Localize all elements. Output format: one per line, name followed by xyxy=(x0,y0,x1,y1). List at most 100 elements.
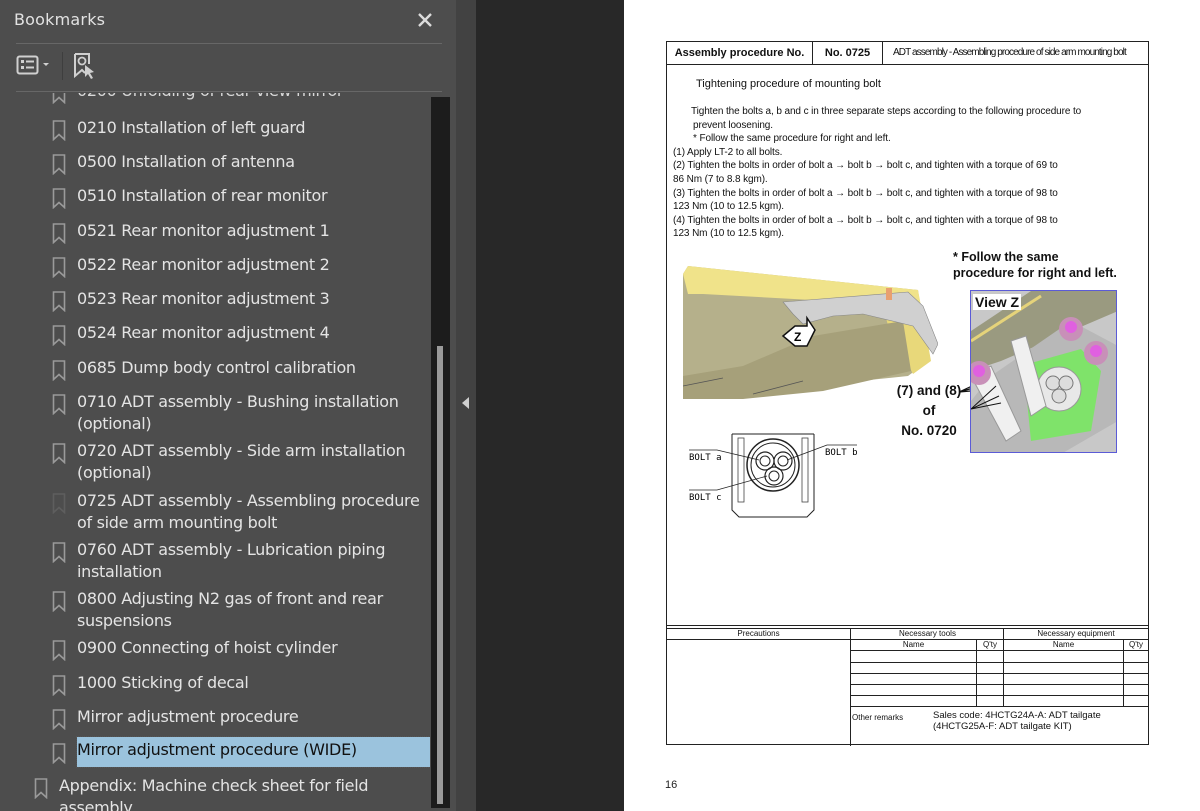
header-title: ADT assembly - Assembling procedure of s… xyxy=(893,47,1127,58)
bookmark-icon xyxy=(52,93,66,104)
tools-name-header: Name xyxy=(902,640,925,649)
remarks-line: (4HCTG25A-F: ADT tailgate KIT) xyxy=(933,721,1072,732)
bookmark-icon xyxy=(52,443,66,464)
equipment-name-header: Name xyxy=(1052,640,1075,649)
equipment-header: Necessary equipment xyxy=(1037,629,1115,638)
figure-note-line: procedure for right and left. xyxy=(953,266,1117,280)
bookmark-icon xyxy=(52,675,66,696)
bookmark-icon xyxy=(52,743,66,764)
tools-header: Necessary tools xyxy=(899,629,956,638)
remarks-line: Sales code: 4HCTG24A-A: ADT tailgate xyxy=(933,710,1101,721)
bookmark-icon xyxy=(52,360,66,381)
precautions-header: Precautions xyxy=(737,629,780,638)
find-current-bookmark-icon xyxy=(74,53,94,79)
bookmark-label: 0200 Unfolding of rear view mirror xyxy=(77,93,427,102)
toolbar-separator xyxy=(62,52,63,80)
bookmark-icon xyxy=(52,325,66,346)
step-line: (1) Apply LT-2 to all bolts. xyxy=(673,146,783,158)
header-number: No. 0725 xyxy=(813,42,883,64)
bookmarks-panel-title: Bookmarks xyxy=(14,10,106,29)
collapse-left-icon[interactable] xyxy=(462,397,469,409)
view-z-detail-image: View Z xyxy=(970,290,1117,453)
bookmark-label: 0720 ADT assembly - Side arm installatio… xyxy=(77,441,406,482)
bookmark-label: 0760 ADT assembly - Lubrication piping i… xyxy=(77,540,386,581)
bookmark-label: 0710 ADT assembly - Bushing installation… xyxy=(77,392,399,433)
view-z-label: View Z xyxy=(973,294,1022,310)
step-line: (2) Tighten the bolts in order of bolt a… xyxy=(673,160,1058,172)
bookmark-tree: 0200 Unfolding of rear view mirror 0210 … xyxy=(0,93,430,811)
bookmark-label: 0524 Rear monitor adjustment 4 xyxy=(77,323,330,342)
sheet-header: Assembly procedure No. No. 0725 ADT asse… xyxy=(667,42,1148,65)
section-title: Tightening procedure of mounting bolt xyxy=(696,78,881,90)
divider xyxy=(16,91,442,92)
close-panel-button[interactable] xyxy=(414,9,436,31)
bookmark-icon xyxy=(52,640,66,661)
step-line: 123 Nm (10 to 12.5 kgm). xyxy=(673,228,784,240)
bookmark-label: Mirror adjustment procedure xyxy=(77,707,299,726)
list-options-icon xyxy=(16,55,49,75)
document-viewer[interactable]: Assembly procedure No. No. 0725 ADT asse… xyxy=(476,0,1200,811)
pdf-viewer-app: Bookmarks 0210 Installation of left guar… xyxy=(0,0,1200,811)
bookmark-icon xyxy=(52,493,66,514)
header-label: Assembly procedure No. xyxy=(667,42,813,64)
find-current-bookmark-button[interactable] xyxy=(72,52,100,80)
z-marker-label: Z xyxy=(794,330,801,344)
dump-body-illustration: Z xyxy=(683,266,938,399)
document-page: Assembly procedure No. No. 0725 ADT asse… xyxy=(624,0,1200,811)
bolt-closeup-illustration xyxy=(971,291,1116,452)
intro-line: * Follow the same procedure for right an… xyxy=(693,133,891,145)
bookmark-label: 0500 Installation of antenna xyxy=(77,152,295,171)
page-number: 16 xyxy=(665,779,678,791)
scrollbar-thumb[interactable] xyxy=(437,345,443,805)
bookmark-icon xyxy=(52,291,66,312)
caret-down-icon xyxy=(43,63,49,66)
requirements-table: Precautions Necessary tools Necessary eq… xyxy=(667,625,1148,746)
bookmarks-panel: Bookmarks 0210 Installation of left guar… xyxy=(0,0,456,811)
bookmark-icon xyxy=(52,542,66,563)
bookmark-label: Appendix: Machine check sheet for field … xyxy=(59,776,369,811)
bookmark-icon xyxy=(52,188,66,209)
intro-line: Tighten the bolts a, b and c in three se… xyxy=(691,106,1082,117)
other-remarks-value: Sales code: 4HCTG24A-A: ADT tailgate (4H… xyxy=(933,710,1101,732)
bookmark-icon xyxy=(34,778,48,799)
bookmark-label: 0685 Dump body control calibration xyxy=(77,358,356,377)
equipment-qty-header: Q'ty xyxy=(1129,640,1143,649)
panel-splitter[interactable] xyxy=(456,0,476,811)
bolt-layout-diagram: BOLT a BOLT b BOLT c xyxy=(689,433,858,518)
bookmark-options-button[interactable] xyxy=(16,52,56,80)
bolt-a-label: BOLT a xyxy=(689,453,722,463)
close-icon xyxy=(418,13,432,27)
figure-note: * Follow the same procedure for right an… xyxy=(953,249,1117,281)
bolt-b-label: BOLT b xyxy=(825,448,858,458)
bookmark-label: Mirror adjustment procedure (WIDE) xyxy=(76,736,430,768)
step-line: 123 Nm (10 to 12.5 kgm). xyxy=(673,201,784,213)
bookmark-icon xyxy=(52,394,66,415)
procedure-text: Tighten the bolts a, b and c in three se… xyxy=(673,105,1143,241)
bookmark-label: 0900 Connecting of hoist cylinder xyxy=(77,638,338,657)
bookmark-icon xyxy=(52,591,66,612)
other-remarks-label: Other remarks xyxy=(852,713,904,722)
divider xyxy=(16,43,442,44)
bookmark-icon xyxy=(52,709,66,730)
bookmark-label: 1000 Sticking of decal xyxy=(77,673,249,692)
step-line: 86 Nm (7 to 8.8 kgm). xyxy=(673,173,768,185)
bookmark-label: 0521 Rear monitor adjustment 1 xyxy=(77,221,330,240)
bookmark-icon xyxy=(52,154,66,175)
bookmarks-scrollbar[interactable] xyxy=(431,97,450,808)
bookmark-label: 0523 Rear monitor adjustment 3 xyxy=(77,289,330,308)
bookmark-label: 0800 Adjusting N2 gas of front and rear … xyxy=(77,589,383,630)
bookmarks-toolbar xyxy=(16,52,436,82)
tools-qty-header: Q'ty xyxy=(983,640,997,649)
intro-line: prevent loosening. xyxy=(693,119,773,131)
bookmark-label: 0522 Rear monitor adjustment 2 xyxy=(77,255,330,274)
bookmark-label: 0210 Installation of left guard xyxy=(77,118,306,137)
reference-line: No. 0720 xyxy=(901,423,957,438)
figure-note-line: * Follow the same xyxy=(953,250,1059,264)
bolt-c-label: BOLT c xyxy=(689,493,722,503)
bookmark-icon xyxy=(52,257,66,278)
bookmark-icon xyxy=(52,120,66,141)
bookmark-label: 0725 ADT assembly - Assembling procedure… xyxy=(77,491,420,532)
bookmark-icon xyxy=(52,223,66,244)
bookmark-label: 0510 Installation of rear monitor xyxy=(77,186,328,205)
procedure-sheet: Assembly procedure No. No. 0725 ADT asse… xyxy=(666,41,1149,746)
